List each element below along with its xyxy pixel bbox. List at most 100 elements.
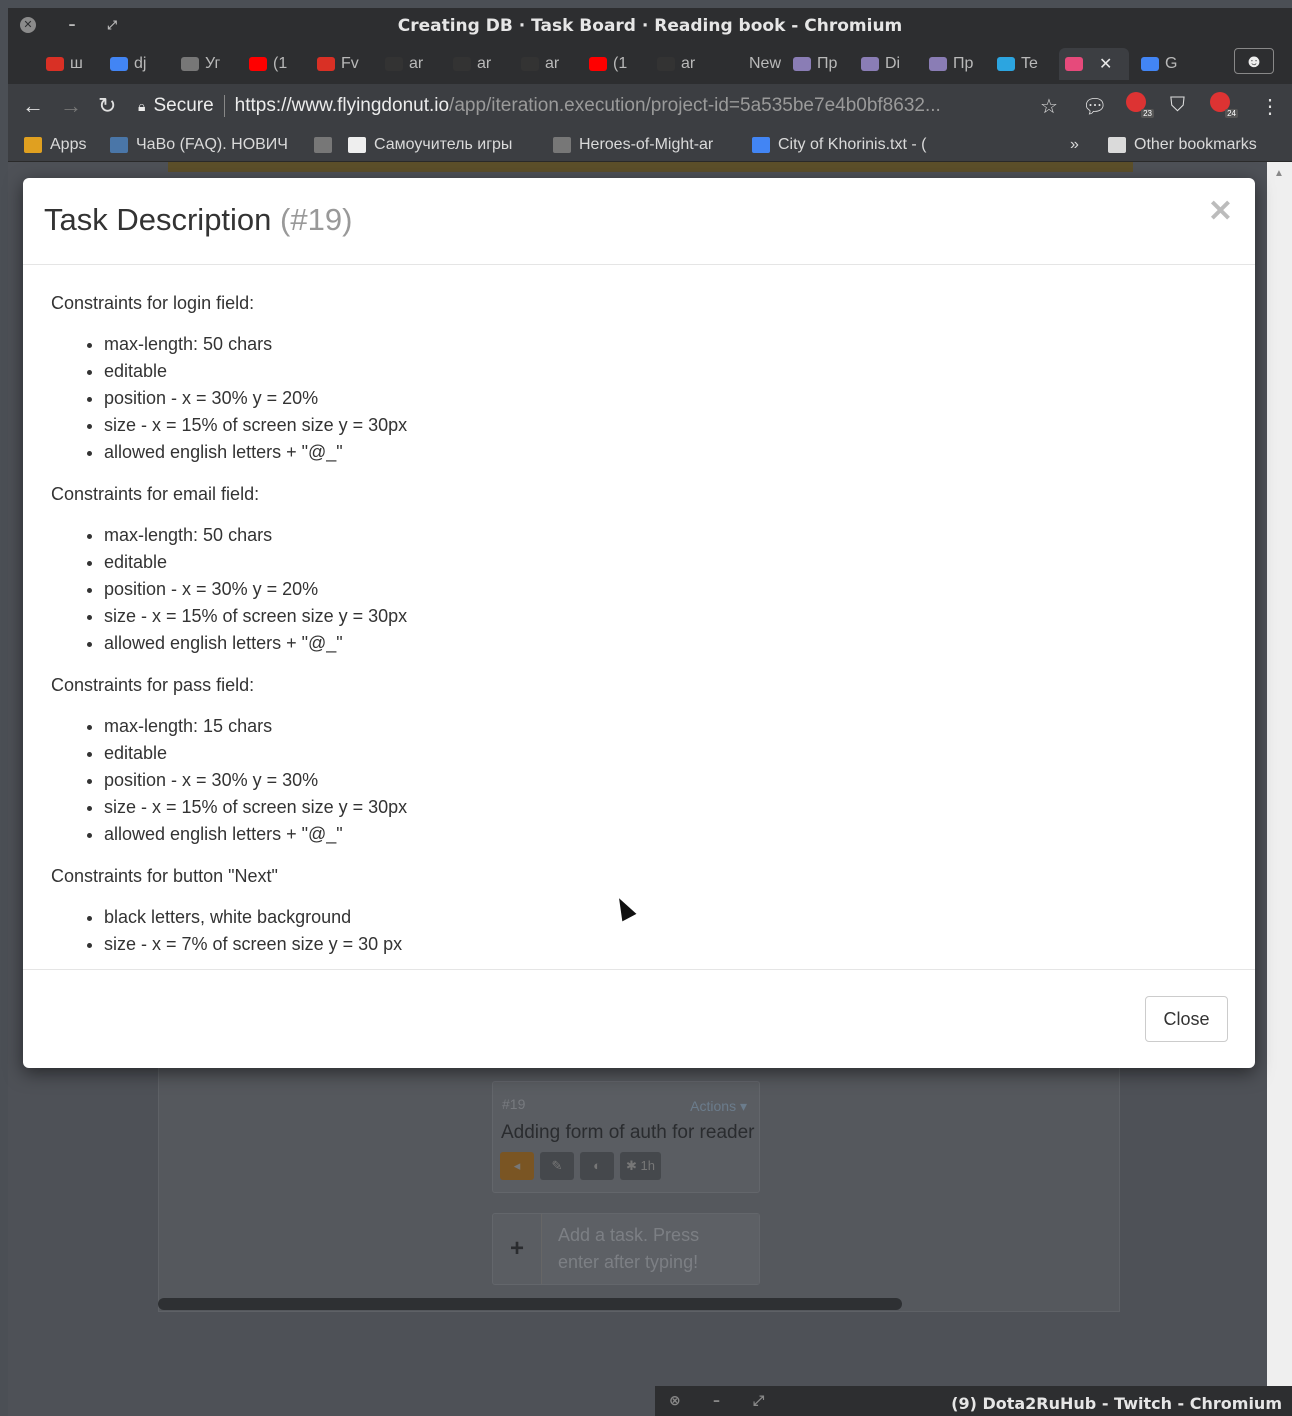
- tab-label: G: [1165, 55, 1178, 72]
- second-window-minimize-icon[interactable]: –: [713, 1393, 720, 1409]
- tab-favicon-icon: [861, 57, 879, 71]
- extension-icon-1[interactable]: 23: [1126, 92, 1154, 118]
- browser-tab[interactable]: (1: [243, 48, 305, 80]
- bookmark-item[interactable]: Apps: [24, 134, 104, 156]
- secure-label: Secure: [153, 95, 214, 116]
- second-window-maximize-icon[interactable]: ⤢: [753, 1393, 764, 1409]
- task-title[interactable]: Adding form of auth for reader: [501, 1122, 754, 1144]
- tab-favicon-icon: [181, 57, 199, 71]
- browser-tab[interactable]: New T: [719, 48, 781, 80]
- tab-favicon-icon: [589, 57, 607, 71]
- scroll-up-icon[interactable]: ▲: [1274, 168, 1284, 179]
- constraint-list: max-length: 50 charseditableposition - x…: [104, 522, 1227, 657]
- close-button[interactable]: Close: [1145, 996, 1228, 1042]
- constraint-item: size - x = 15% of screen size y = 30px: [104, 412, 1227, 439]
- constraint-item: max-length: 50 chars: [104, 331, 1227, 358]
- browser-tab[interactable]: Di: [855, 48, 917, 80]
- constraint-item: size - x = 15% of screen size y = 30px: [104, 794, 1227, 821]
- other-bookmarks[interactable]: Other bookmarks: [1108, 134, 1257, 156]
- browser-tab[interactable]: ar: [515, 48, 577, 80]
- tab-label: (1: [613, 55, 628, 72]
- bookmark-label: Apps: [50, 136, 87, 153]
- reload-icon[interactable]: ↻: [98, 93, 116, 119]
- header-strip: [168, 162, 1133, 172]
- profile-icon[interactable]: ☻: [1234, 48, 1274, 74]
- browser-tab[interactable]: ar: [447, 48, 509, 80]
- browser-tab[interactable]: ш: [40, 48, 98, 80]
- tab-favicon-icon: [793, 57, 811, 71]
- second-window-titlebar: ⊗ – ⤢ (9) Dota2RuHub - Twitch - Chromium: [655, 1386, 1292, 1416]
- bookmark-item[interactable]: City of Khorinis.txt - (: [752, 134, 932, 156]
- browser-tab[interactable]: Уг: [175, 48, 237, 80]
- bookmark-favicon-icon: [24, 137, 42, 153]
- edit-icon[interactable]: ✎: [540, 1152, 574, 1180]
- task-card[interactable]: #19 Actions ▾ Adding form of auth for re…: [492, 1081, 760, 1193]
- bookmark-label: Heroes-of-Might-ar: [579, 136, 714, 153]
- extension-icon-2[interactable]: 24: [1210, 92, 1238, 118]
- tab-label: Пр: [817, 55, 838, 72]
- chat-extension-icon[interactable]: 💬︎: [1082, 94, 1107, 119]
- browser-tab[interactable]: Te: [991, 48, 1053, 80]
- bookmark-item[interactable]: [314, 134, 338, 156]
- constraint-item: editable: [104, 740, 1227, 767]
- bookmark-item[interactable]: Самоучитель игры: [348, 134, 538, 156]
- address-bar[interactable]: 🔒︎ Secure https://www.flyingdonut.io/app…: [138, 90, 1038, 122]
- forward-icon[interactable]: →: [60, 93, 82, 119]
- estimate-badge[interactable]: ✱ 1h: [620, 1152, 661, 1180]
- tab-label: ш: [70, 55, 83, 72]
- horizontal-scrollbar[interactable]: [158, 1298, 902, 1310]
- task-number: #19: [502, 1096, 526, 1112]
- tab-strip: ☻ ш dj Уг (1 Fv ar ar ar (1 ar New T Пр Di Пр Te ✕ G: [8, 42, 1292, 84]
- priority-icon[interactable]: ◂: [500, 1152, 534, 1180]
- add-task-input[interactable]: Add a task. Press enter after typing!: [541, 1214, 759, 1284]
- browser-tab[interactable]: ✕: [1059, 48, 1129, 80]
- bookmark-label: ЧаВо (FAQ). НОВИЧ: [136, 136, 288, 153]
- constraint-item: allowed english letters + "@_": [104, 439, 1227, 466]
- tab-label: dj: [134, 55, 147, 72]
- second-window-close-icon[interactable]: ⊗: [669, 1393, 681, 1409]
- bookmark-label: Самоучитель игры: [374, 136, 513, 153]
- menu-kebab-icon[interactable]: ⋮: [1260, 94, 1280, 119]
- browser-tab[interactable]: G: [1135, 48, 1197, 80]
- url-host: https://www.flyingdonut.io: [234, 95, 450, 116]
- browser-tab[interactable]: ar: [651, 48, 713, 80]
- tab-close-icon[interactable]: ✕: [1099, 54, 1112, 74]
- constraint-item: size - x = 7% of screen size y = 30 px: [104, 931, 1227, 958]
- modal-header: Task Description (#19) ✕: [23, 178, 1255, 265]
- task-actions-dropdown[interactable]: Actions ▾: [690, 1098, 747, 1115]
- back-icon[interactable]: ←: [22, 93, 44, 119]
- vertical-scrollbar[interactable]: ▲: [1267, 162, 1292, 1416]
- constraint-item: position - x = 30% y = 30%: [104, 767, 1227, 794]
- modal-task-id: (#19): [280, 202, 353, 237]
- close-icon[interactable]: ✕: [1208, 194, 1233, 229]
- plus-icon[interactable]: +: [493, 1214, 541, 1284]
- bookmarks-overflow[interactable]: »: [1070, 134, 1079, 156]
- browser-tab[interactable]: dj: [104, 48, 169, 80]
- tab-label: ar: [681, 55, 696, 72]
- browser-toolbar: ← → ↻ 🔒︎ Secure https://www.flyingdonut.…: [8, 84, 1292, 128]
- bookmark-item[interactable]: ЧаВо (FAQ). НОВИЧ: [110, 134, 300, 156]
- browser-tab[interactable]: Пр: [787, 48, 849, 80]
- browser-tab[interactable]: ar: [379, 48, 441, 80]
- window-titlebar: ✕ – ⤢ Creating DB · Task Board · Reading…: [8, 8, 1292, 42]
- bookmark-label: City of Khorinis.txt - (: [778, 136, 927, 153]
- tab-label: Уг: [205, 55, 221, 72]
- browser-tab[interactable]: (1: [583, 48, 645, 80]
- status-icon[interactable]: ◐: [580, 1152, 614, 1180]
- modal-body: Constraints for login field: max-length: …: [23, 265, 1255, 958]
- bookmarks-bar: » Other bookmarks Apps ЧаВо (FAQ). НОВИЧ С…: [8, 128, 1292, 162]
- modal-title: Task Description (#19): [44, 202, 352, 238]
- tab-favicon-icon: [997, 57, 1015, 71]
- browser-tab[interactable]: Fv: [311, 48, 373, 80]
- bookmark-item[interactable]: Heroes-of-Might-ar: [553, 134, 733, 156]
- bookmark-star-icon[interactable]: ☆: [1040, 94, 1058, 119]
- tab-favicon-icon: [453, 57, 471, 71]
- browser-tab[interactable]: Пр: [923, 48, 985, 80]
- constraint-item: editable: [104, 358, 1227, 385]
- constraint-item: size - x = 15% of screen size y = 30px: [104, 603, 1227, 630]
- add-task-box: + Add a task. Press enter after typing!: [492, 1213, 760, 1285]
- lock-icon: 🔒︎: [138, 97, 146, 114]
- shield-extension-icon[interactable]: ⛉: [1170, 94, 1185, 117]
- tab-label: ar: [409, 55, 424, 72]
- bookmarks-overflow-label: »: [1070, 136, 1079, 153]
